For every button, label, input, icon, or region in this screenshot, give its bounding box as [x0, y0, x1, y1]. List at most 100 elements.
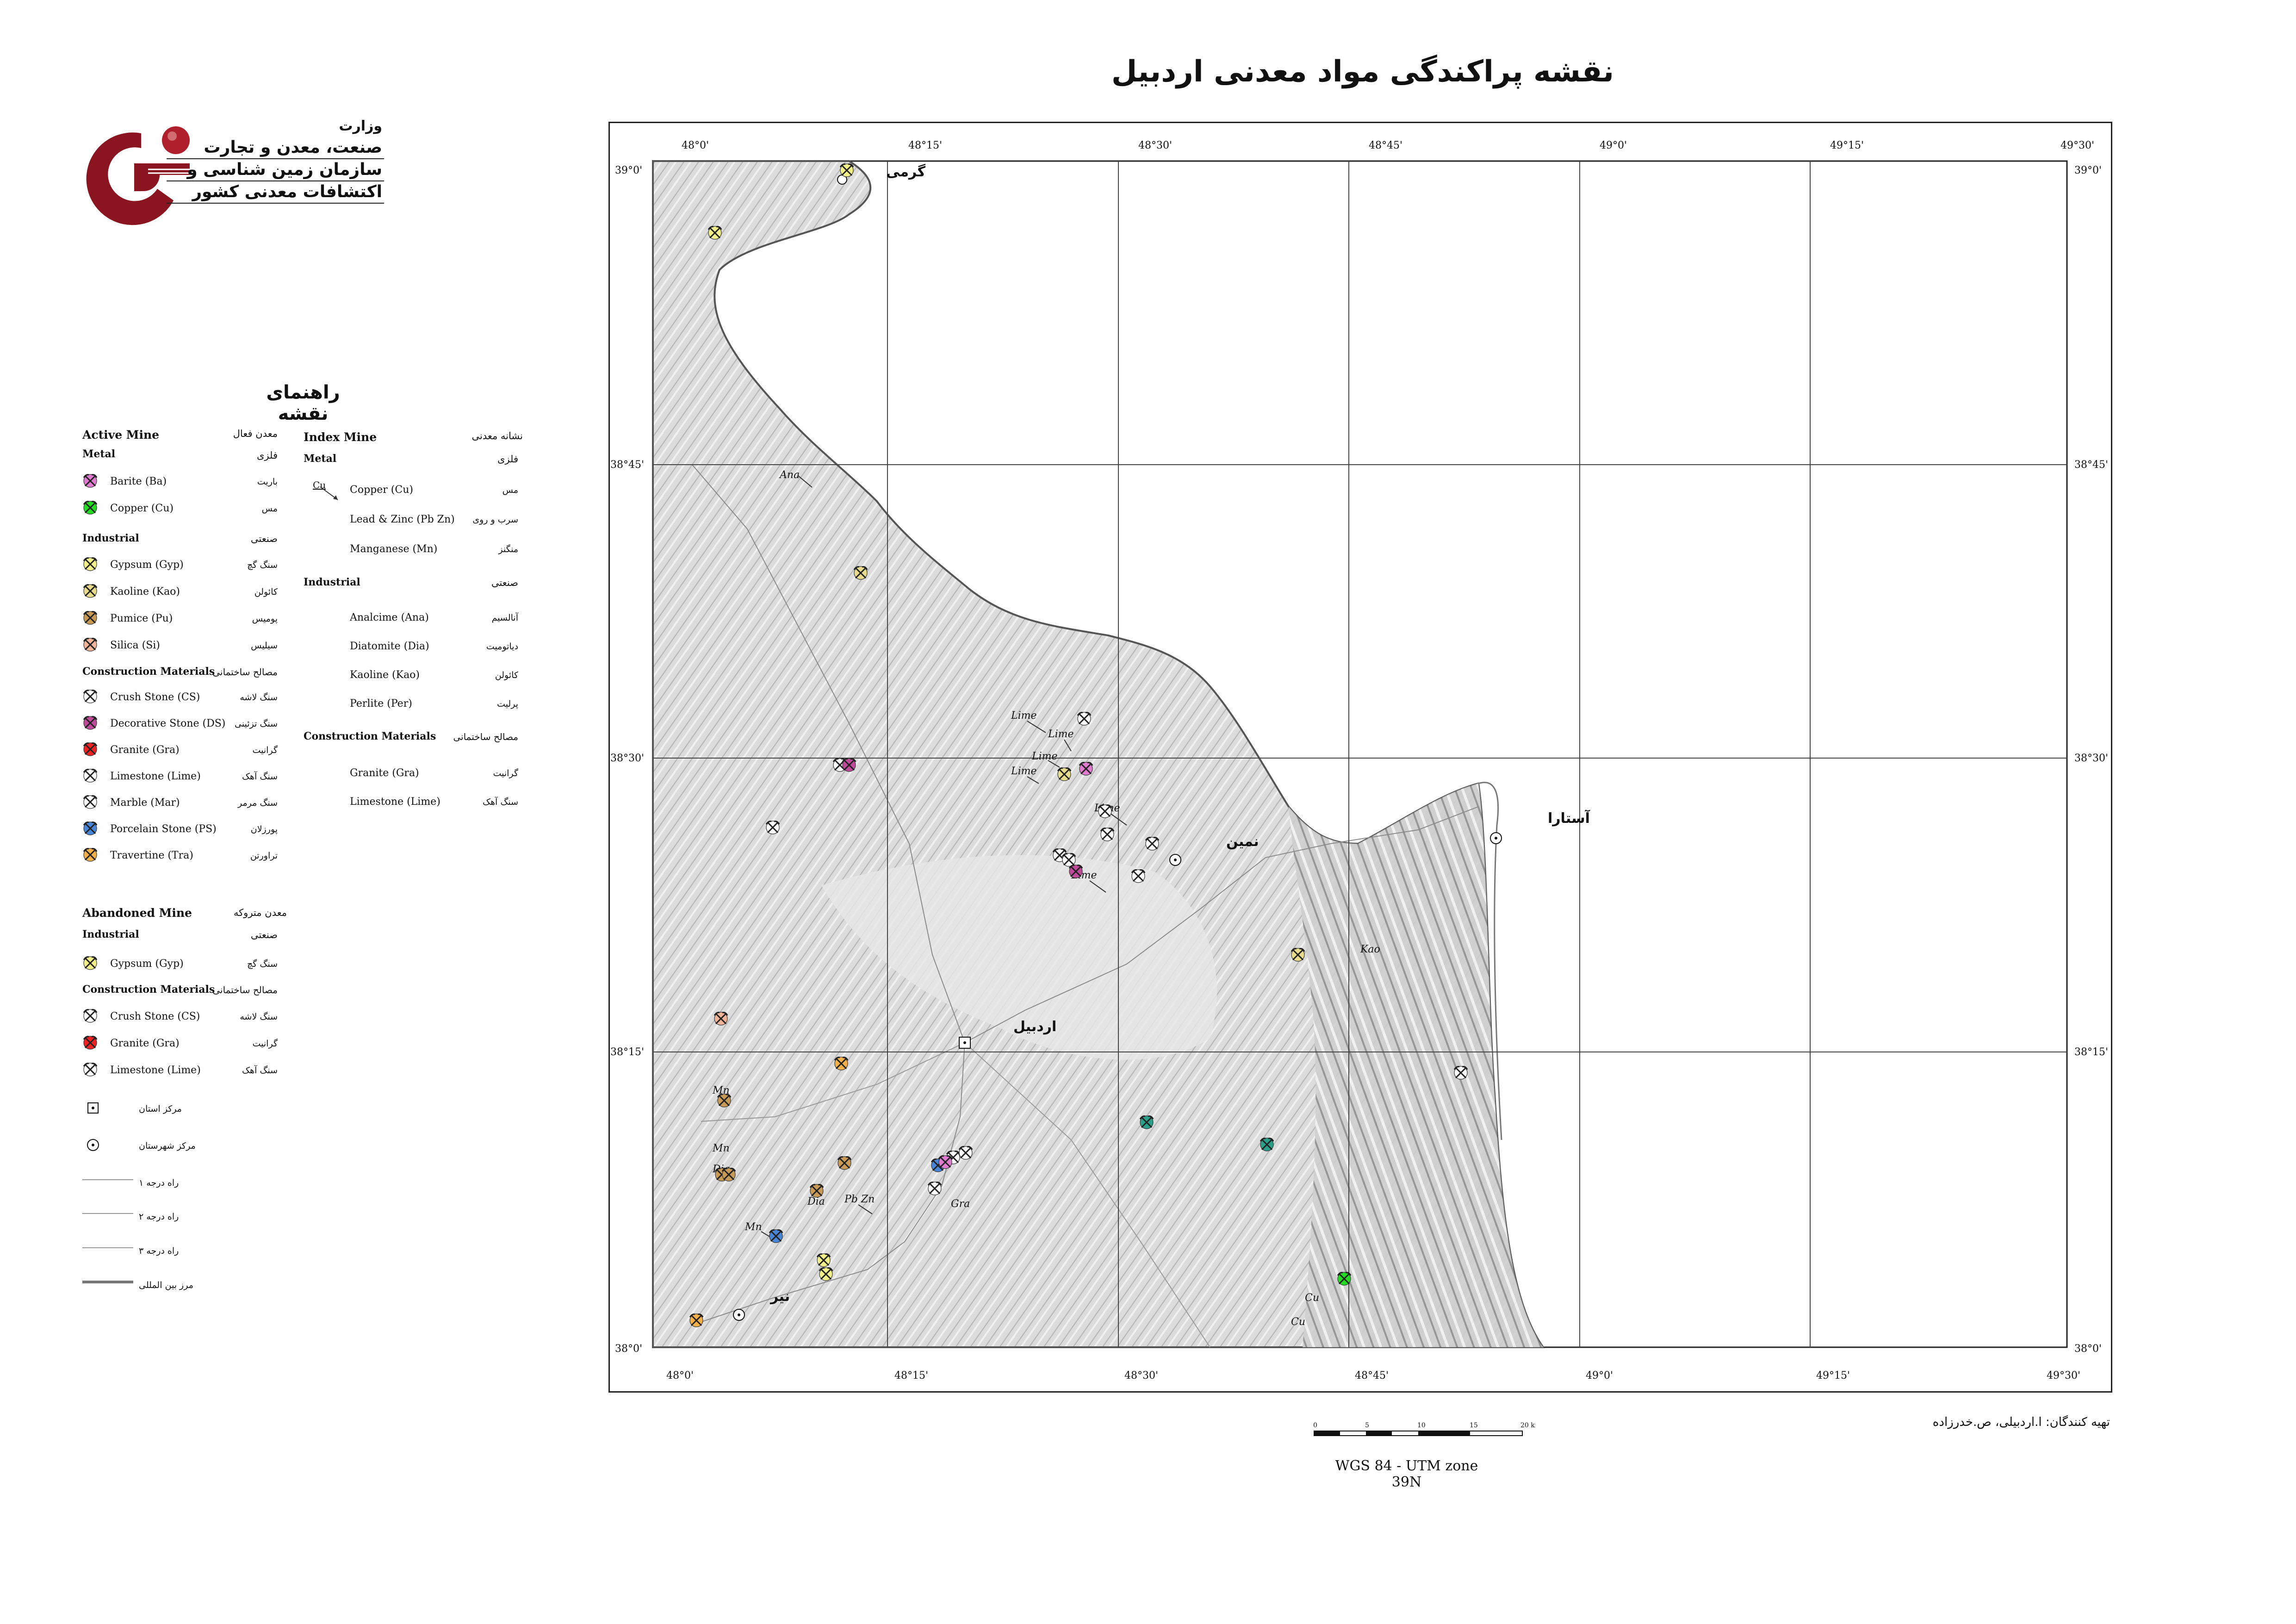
- mine-pickaxe-icon[interactable]: [707, 226, 722, 240]
- mine-pickaxe-icon[interactable]: [1079, 762, 1093, 776]
- mine-pickaxe-icon[interactable]: [839, 163, 854, 177]
- index-construction-heading-fa: مصالح ساختمانی: [453, 731, 518, 742]
- mine-pickaxe-icon[interactable]: [689, 1313, 704, 1327]
- mine-pickaxe-icon[interactable]: [1337, 1272, 1352, 1286]
- legend-item-label-fa: باریت: [257, 477, 278, 487]
- mine-pickaxe-icon[interactable]: [765, 821, 780, 834]
- org-line-3: سازمان زمین شناسی و: [167, 159, 384, 181]
- mine-pickaxe-icon[interactable]: [721, 1168, 736, 1182]
- city-namin: نمین: [1226, 834, 1259, 850]
- legend-item-label: Granite (Gra): [110, 744, 180, 756]
- mine-pickaxe-icon[interactable]: [1145, 837, 1160, 851]
- mine-pickaxe-icon[interactable]: [769, 1229, 783, 1243]
- legend-item-label-fa: دیاتومیت: [486, 641, 518, 652]
- legend-misc-label: مرز بین المللی: [139, 1280, 193, 1290]
- mine-pickaxe-icon[interactable]: [927, 1182, 942, 1195]
- legend-item-label: Travertine (Tra): [110, 850, 193, 861]
- legend-item-label-fa: پورزلان: [250, 824, 278, 834]
- org-line-2: صنعت، معدن و تجارت: [167, 137, 384, 159]
- index-label: Lime: [1011, 765, 1037, 777]
- legend-item-label-fa: تراورتن: [250, 851, 278, 861]
- mine-pickaxe-icon[interactable]: [837, 1156, 852, 1170]
- index-label: Cu: [1305, 1292, 1319, 1304]
- mine-pickaxe-icon[interactable]: [1291, 948, 1305, 962]
- legend-item-label: Kaoline (Kao): [350, 669, 420, 681]
- pickaxe-icon: [82, 689, 98, 706]
- pickaxe-icon: [82, 955, 98, 973]
- mine-pickaxe-icon[interactable]: [1061, 853, 1076, 867]
- mine-pickaxe-icon[interactable]: [853, 566, 868, 580]
- road-line-icon: [82, 1175, 133, 1186]
- legend-item-label-fa: مس: [502, 485, 518, 495]
- index-industrial-heading: Industrial: [304, 576, 360, 588]
- lon-label: 49°30': [2060, 140, 2094, 151]
- abandoned-industrial-heading-fa: صنعتی: [250, 929, 278, 940]
- active-construction-heading-fa: مصالح ساختمانی: [212, 666, 278, 678]
- legend-misc-label: راه درجه ۱: [139, 1178, 179, 1188]
- mine-pickaxe-icon[interactable]: [842, 758, 856, 772]
- legend-item-label-fa: مس: [261, 504, 278, 514]
- legend-item-label-fa: سرب و روی: [472, 515, 518, 525]
- lon-label: 48°0': [666, 1370, 694, 1381]
- mine-pickaxe-icon[interactable]: [809, 1184, 824, 1198]
- province-center-icon: [82, 1101, 101, 1117]
- pickaxe-icon: [82, 500, 98, 517]
- index-label: Lime: [1048, 728, 1074, 740]
- legend-item-label-fa: سنگ گچ: [247, 959, 278, 969]
- lon-label: 48°30': [1124, 1370, 1158, 1381]
- mine-pickaxe-icon[interactable]: [1057, 767, 1072, 781]
- pickaxe-icon: [82, 637, 98, 654]
- mine-pickaxe-icon[interactable]: [958, 1146, 973, 1160]
- map-canvas[interactable]: 48°0' 48°15' 48°30' 48°45' 49°0' 49°15' …: [608, 122, 2112, 1393]
- mine-pickaxe-icon[interactable]: [1139, 1115, 1154, 1129]
- legend-misc-label: راه درجه ۳: [139, 1246, 179, 1256]
- lat-label: 38°15': [610, 1046, 644, 1058]
- legend-misc-label: راه درجه ۲: [139, 1212, 179, 1222]
- index-label: Lime: [1031, 751, 1058, 762]
- lon-label: 49°0': [1600, 140, 1627, 151]
- legend-item-label: Copper (Cu): [110, 503, 174, 514]
- active-metal-heading: Metal: [82, 448, 116, 460]
- scale-bar: 0 5 10 15 20 km: [1313, 1422, 1535, 1436]
- pickaxe-icon: [82, 473, 98, 491]
- lat-label: 38°15': [2074, 1046, 2108, 1058]
- mine-pickaxe-icon[interactable]: [1131, 869, 1146, 883]
- legend-item-label: Barite (Ba): [110, 476, 167, 487]
- mine-pickaxe-icon[interactable]: [1260, 1138, 1274, 1151]
- index-arrow-icon: [320, 486, 338, 500]
- legend-item-label-fa: پومیس: [252, 614, 278, 624]
- mine-pickaxe-icon[interactable]: [938, 1155, 953, 1169]
- lat-label: 38°0': [615, 1343, 642, 1355]
- mine-pickaxe-icon[interactable]: [1068, 865, 1083, 878]
- index-label: Kao: [1360, 944, 1380, 955]
- city-germi: گرمی: [886, 163, 926, 180]
- lon-label: 49°0': [1586, 1370, 1613, 1381]
- legend-item-label-fa: کائولن: [254, 587, 278, 597]
- mine-pickaxe-icon[interactable]: [819, 1267, 833, 1281]
- mine-pickaxe-icon[interactable]: [1453, 1066, 1468, 1080]
- index-label: Pb Zn: [844, 1194, 875, 1205]
- legend-item-label-fa: سنگ آهک: [242, 1065, 278, 1076]
- legend-item-label: Copper (Cu): [350, 484, 413, 496]
- mine-pickaxe-icon[interactable]: [1077, 712, 1092, 726]
- mine-pickaxe-icon[interactable]: [714, 1012, 728, 1026]
- legend-item-label-fa: سنگ لاشه: [240, 1012, 278, 1022]
- pickaxe-icon: [82, 1008, 98, 1026]
- lat-label: 38°30': [610, 753, 644, 764]
- index-construction-heading: Construction Materials: [304, 730, 436, 742]
- legend-item-label: Gypsum (Gyp): [110, 559, 184, 571]
- org-line-1: وزارت: [339, 118, 382, 134]
- index-metal-heading: Metal: [304, 453, 337, 465]
- city-ardabil: اردبیل: [1013, 1019, 1056, 1035]
- legend-item-label-fa: سیلیس: [251, 641, 278, 651]
- index-label: Dia: [807, 1196, 825, 1207]
- active-industrial-heading-fa: صنعتی: [250, 533, 278, 544]
- mine-pickaxe-icon[interactable]: [834, 1057, 849, 1070]
- lat-label: 39°0': [2074, 165, 2102, 176]
- mine-pickaxe-icon[interactable]: [1100, 828, 1115, 841]
- org-line-4: اکتشافات معدنی کشور: [167, 181, 384, 204]
- mine-pickaxe-icon[interactable]: [1098, 804, 1112, 818]
- scale-tick: 15: [1470, 1422, 1478, 1429]
- mine-pickaxe-icon[interactable]: [717, 1094, 732, 1108]
- mine-pickaxe-icon[interactable]: [816, 1253, 831, 1267]
